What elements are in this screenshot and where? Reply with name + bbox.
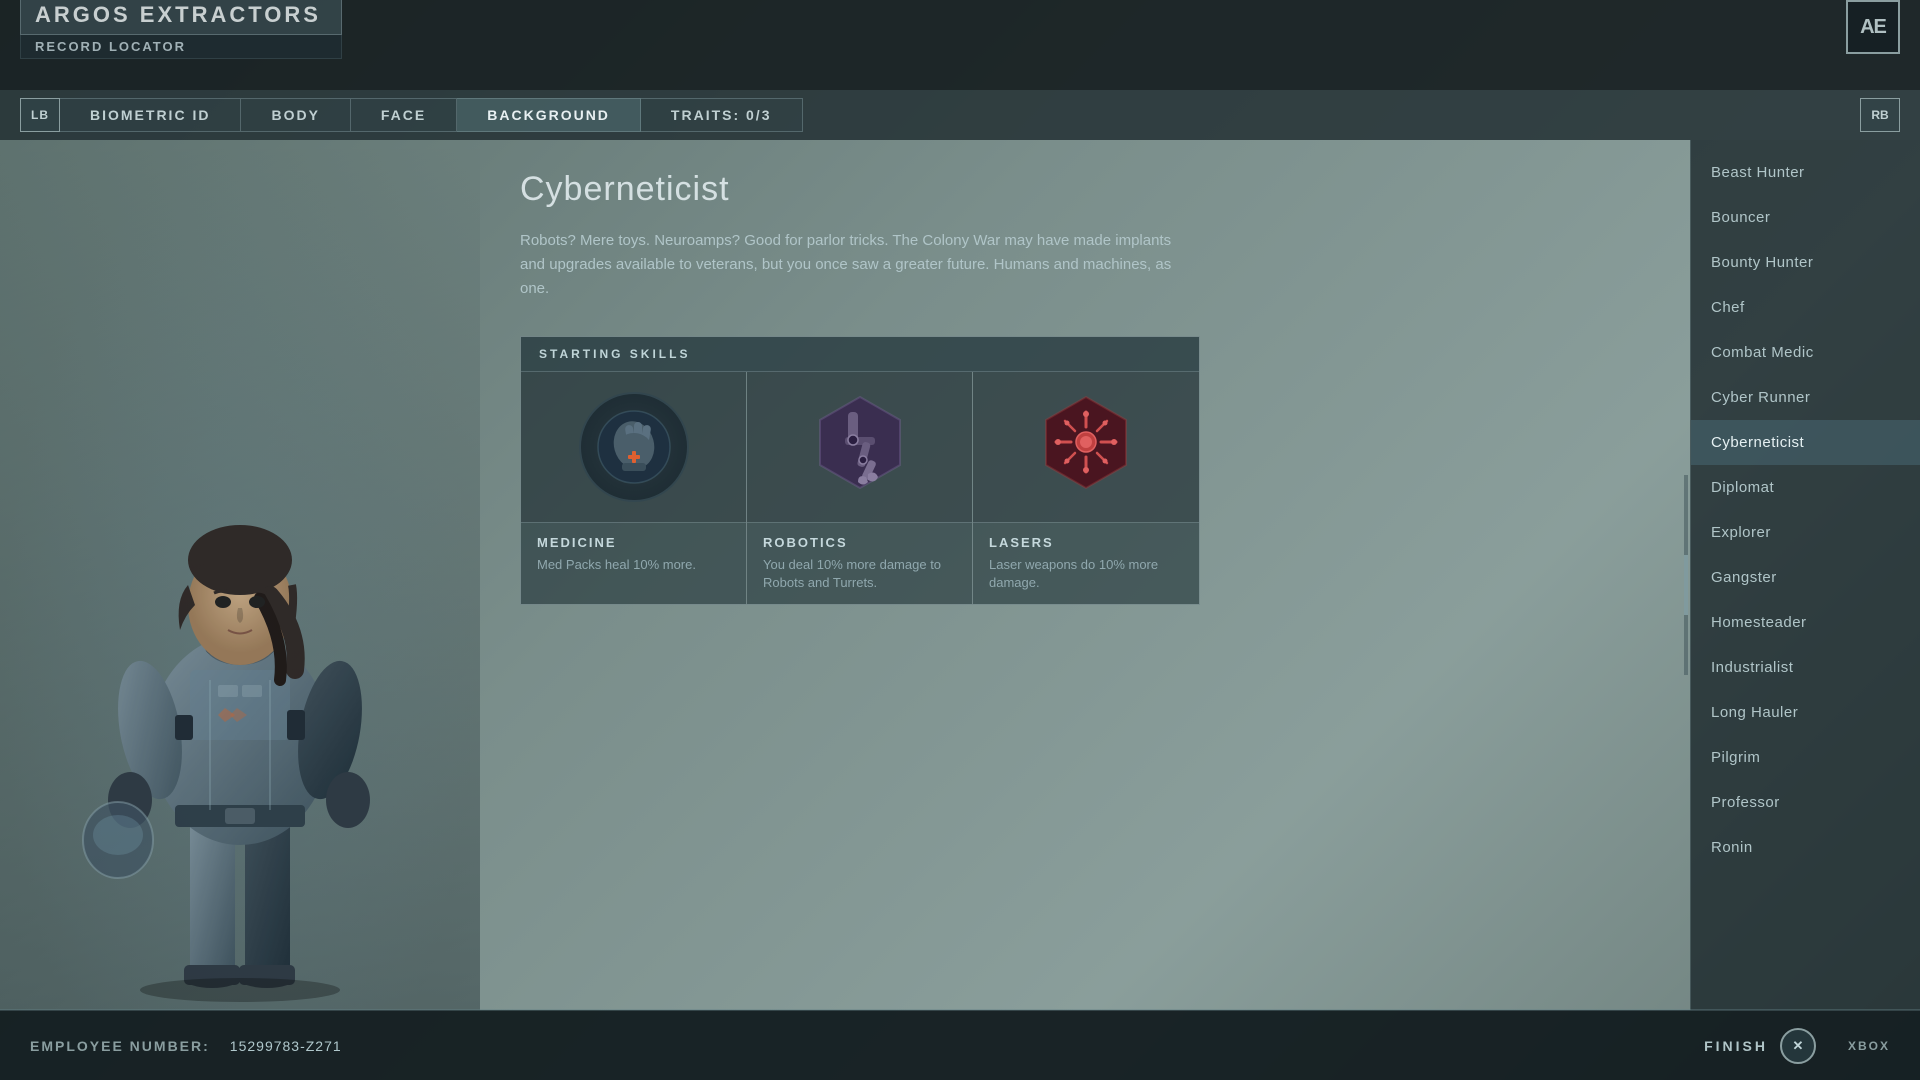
finish-key[interactable]: ✕ bbox=[1780, 1028, 1816, 1064]
bg-list-item-pilgrim[interactable]: Pilgrim bbox=[1691, 735, 1920, 780]
nav-right-button[interactable]: RB bbox=[1860, 98, 1900, 132]
app-title: ARGOS EXTRACTORS bbox=[20, 0, 342, 35]
header: ARGOS EXTRACTORS RECORD LOCATOR AE bbox=[0, 0, 1920, 90]
character-portrait bbox=[0, 140, 480, 1010]
character-area bbox=[0, 140, 480, 1010]
bg-list-item-professor[interactable]: Professor bbox=[1691, 780, 1920, 825]
skill-info-robotics: ROBOTICS You deal 10% more damage to Rob… bbox=[747, 522, 972, 604]
skill-icon-area-lasers bbox=[973, 372, 1199, 522]
bg-list-item-combat-medic[interactable]: Combat Medic bbox=[1691, 330, 1920, 375]
bg-list-item-long-hauler[interactable]: Long Hauler bbox=[1691, 690, 1920, 735]
tab-body[interactable]: BODY bbox=[241, 98, 350, 132]
tab-face[interactable]: FACE bbox=[351, 98, 457, 132]
bg-list-item-bounty-hunter[interactable]: Bounty Hunter bbox=[1691, 240, 1920, 285]
finish-label: FINISH bbox=[1704, 1038, 1768, 1054]
robotics-icon-hex bbox=[810, 392, 910, 502]
bg-list-item-ronin[interactable]: Ronin bbox=[1691, 825, 1920, 870]
nav-tabs: LB BIOMETRIC ID BODY FACE BACKGROUND TRA… bbox=[0, 90, 1920, 140]
lasers-icon-hex bbox=[1036, 392, 1136, 502]
skill-name-lasers: LASERS bbox=[989, 535, 1183, 550]
background-list[interactable]: Beast HunterBouncerBounty HunterChefComb… bbox=[1690, 140, 1920, 1010]
bg-list-item-cyber-runner[interactable]: Cyber Runner bbox=[1691, 375, 1920, 420]
bg-list-item-homesteader[interactable]: Homesteader bbox=[1691, 600, 1920, 645]
bg-list-item-cyberneticist[interactable]: Cyberneticist bbox=[1691, 420, 1920, 465]
skill-card-lasers: LASERS Laser weapons do 10% more damage. bbox=[973, 372, 1199, 604]
employee-label: EMPLOYEE NUMBER: bbox=[30, 1038, 210, 1054]
bg-list-item-industrialist[interactable]: Industrialist bbox=[1691, 645, 1920, 690]
tab-biometric[interactable]: BIOMETRIC ID bbox=[60, 98, 241, 132]
scroll-indicator bbox=[1684, 475, 1688, 675]
app-title-group: ARGOS EXTRACTORS RECORD LOCATOR bbox=[20, 0, 342, 59]
bg-list-item-diplomat[interactable]: Diplomat bbox=[1691, 465, 1920, 510]
tab-traits[interactable]: TRAITS: 0/3 bbox=[641, 98, 803, 132]
skill-icon-area-robotics bbox=[747, 372, 972, 522]
scroll-thumb bbox=[1684, 555, 1688, 615]
skill-name-robotics: ROBOTICS bbox=[763, 535, 956, 550]
skill-desc-medicine: Med Packs heal 10% more. bbox=[537, 556, 730, 574]
skill-icon-area-medicine bbox=[521, 372, 746, 522]
main-content: Cyberneticist Robots? Mere toys. Neuroam… bbox=[0, 140, 1920, 1010]
bg-list-item-chef[interactable]: Chef bbox=[1691, 285, 1920, 330]
skills-panel: STARTING SKILLS bbox=[520, 336, 1200, 605]
bg-list-item-gangster[interactable]: Gangster bbox=[1691, 555, 1920, 600]
skill-info-lasers: LASERS Laser weapons do 10% more damage. bbox=[973, 522, 1199, 604]
skill-name-medicine: MEDICINE bbox=[537, 535, 730, 550]
lasers-icon bbox=[1036, 392, 1136, 502]
skill-desc-robotics: You deal 10% more damage to Robots and T… bbox=[763, 556, 956, 592]
skill-info-medicine: MEDICINE Med Packs heal 10% more. bbox=[521, 522, 746, 604]
medicine-icon bbox=[594, 407, 674, 487]
tab-background[interactable]: BACKGROUND bbox=[457, 98, 641, 132]
xbox-logo: XBOX bbox=[1848, 1039, 1890, 1053]
nav-left-button[interactable]: LB bbox=[20, 98, 60, 132]
medicine-icon-circle bbox=[579, 392, 689, 502]
background-description: Robots? Mere toys. Neuroamps? Good for p… bbox=[520, 229, 1180, 301]
bg-list-item-explorer[interactable]: Explorer bbox=[1691, 510, 1920, 555]
finish-button[interactable]: FINISH ✕ XBOX bbox=[1704, 1028, 1890, 1064]
character-svg bbox=[70, 430, 410, 1010]
app-subtitle: RECORD LOCATOR bbox=[20, 35, 342, 59]
employee-number: 15299783-Z271 bbox=[230, 1038, 342, 1054]
skill-desc-lasers: Laser weapons do 10% more damage. bbox=[989, 556, 1183, 592]
info-panel: Cyberneticist Robots? Mere toys. Neuroam… bbox=[480, 140, 1690, 1010]
robotics-icon bbox=[810, 392, 910, 502]
bg-list-item-bouncer[interactable]: Bouncer bbox=[1691, 195, 1920, 240]
skill-card-medicine: MEDICINE Med Packs heal 10% more. bbox=[521, 372, 747, 604]
skills-header: STARTING SKILLS bbox=[521, 337, 1199, 372]
skills-grid: MEDICINE Med Packs heal 10% more. bbox=[521, 372, 1199, 604]
header-top: ARGOS EXTRACTORS RECORD LOCATOR AE bbox=[0, 0, 1920, 50]
skill-card-robotics: ROBOTICS You deal 10% more damage to Rob… bbox=[747, 372, 973, 604]
header-title-block: ARGOS EXTRACTORS RECORD LOCATOR bbox=[20, 0, 342, 59]
bottom-bar: EMPLOYEE NUMBER: 15299783-Z271 FINISH ✕ … bbox=[0, 1010, 1920, 1080]
bg-list-item-beast-hunter[interactable]: Beast Hunter bbox=[1691, 150, 1920, 195]
ae-logo: AE bbox=[1846, 0, 1900, 54]
background-name: Cyberneticist bbox=[520, 170, 1650, 209]
